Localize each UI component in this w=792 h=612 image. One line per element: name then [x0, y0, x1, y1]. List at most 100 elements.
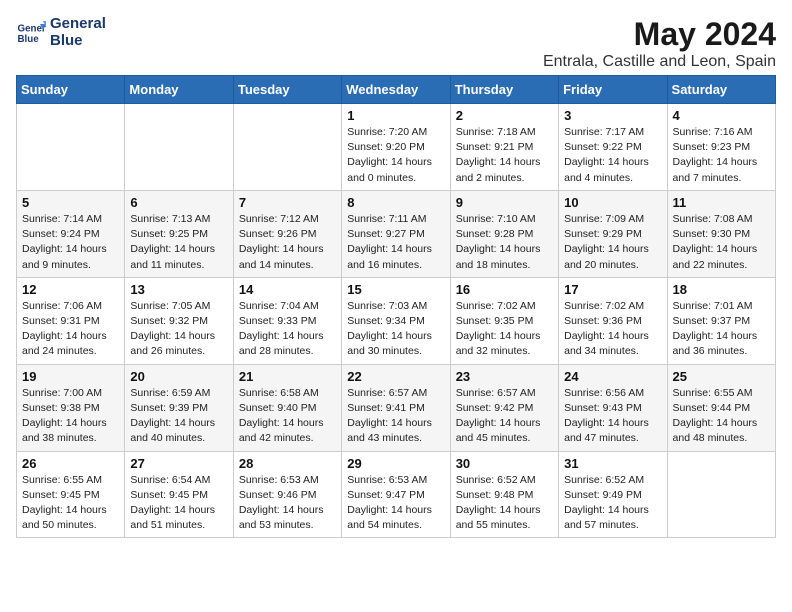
day-number: 3 [564, 108, 661, 123]
day-number: 26 [22, 456, 119, 471]
day-number: 9 [456, 195, 553, 210]
day-number: 5 [22, 195, 119, 210]
day-number: 6 [130, 195, 227, 210]
week-row-4: 19 Sunrise: 7:00 AM Sunset: 9:38 PM Dayli… [17, 364, 776, 451]
logo-icon: General Blue [16, 18, 46, 48]
day-number: 14 [239, 282, 336, 297]
logo: General Blue General Blue [16, 16, 106, 49]
day-number: 15 [347, 282, 444, 297]
day-info: Sunrise: 6:56 AM Sunset: 9:43 PM Dayligh… [564, 386, 661, 447]
week-row-3: 12 Sunrise: 7:06 AM Sunset: 9:31 PM Dayli… [17, 277, 776, 364]
day-info: Sunrise: 7:01 AM Sunset: 9:37 PM Dayligh… [673, 299, 770, 360]
calendar-cell: 28 Sunrise: 6:53 AM Sunset: 9:46 PM Dayli… [233, 451, 341, 538]
day-info: Sunrise: 7:02 AM Sunset: 9:35 PM Dayligh… [456, 299, 553, 360]
day-number: 19 [22, 369, 119, 384]
calendar-cell: 15 Sunrise: 7:03 AM Sunset: 9:34 PM Dayli… [342, 277, 450, 364]
calendar-cell: 16 Sunrise: 7:02 AM Sunset: 9:35 PM Dayli… [450, 277, 558, 364]
calendar-cell: 30 Sunrise: 6:52 AM Sunset: 9:48 PM Dayli… [450, 451, 558, 538]
calendar-cell: 18 Sunrise: 7:01 AM Sunset: 9:37 PM Dayli… [667, 277, 775, 364]
day-number: 11 [673, 195, 770, 210]
day-number: 2 [456, 108, 553, 123]
day-info: Sunrise: 7:12 AM Sunset: 9:26 PM Dayligh… [239, 212, 336, 273]
calendar-cell: 1 Sunrise: 7:20 AM Sunset: 9:20 PM Daylig… [342, 104, 450, 191]
day-info: Sunrise: 7:03 AM Sunset: 9:34 PM Dayligh… [347, 299, 444, 360]
day-info: Sunrise: 7:00 AM Sunset: 9:38 PM Dayligh… [22, 386, 119, 447]
day-info: Sunrise: 7:16 AM Sunset: 9:23 PM Dayligh… [673, 125, 770, 186]
day-number: 18 [673, 282, 770, 297]
day-number: 24 [564, 369, 661, 384]
day-info: Sunrise: 6:59 AM Sunset: 9:39 PM Dayligh… [130, 386, 227, 447]
day-info: Sunrise: 6:53 AM Sunset: 9:46 PM Dayligh… [239, 473, 336, 534]
day-number: 17 [564, 282, 661, 297]
day-info: Sunrise: 7:20 AM Sunset: 9:20 PM Dayligh… [347, 125, 444, 186]
day-number: 10 [564, 195, 661, 210]
calendar-cell: 9 Sunrise: 7:10 AM Sunset: 9:28 PM Daylig… [450, 190, 558, 277]
calendar-cell [233, 104, 341, 191]
day-number: 16 [456, 282, 553, 297]
day-number: 27 [130, 456, 227, 471]
day-info: Sunrise: 7:08 AM Sunset: 9:30 PM Dayligh… [673, 212, 770, 273]
calendar-cell: 24 Sunrise: 6:56 AM Sunset: 9:43 PM Dayli… [559, 364, 667, 451]
calendar-cell [667, 451, 775, 538]
calendar-cell: 22Sunrise: 6:57 AM Sunset: 9:41 PM Dayli… [342, 364, 450, 451]
day-number: 4 [673, 108, 770, 123]
weekday-header-saturday: Saturday [667, 76, 775, 104]
calendar-cell [125, 104, 233, 191]
calendar-cell: 25 Sunrise: 6:55 AM Sunset: 9:44 PM Dayli… [667, 364, 775, 451]
day-info: Sunrise: 7:10 AM Sunset: 9:28 PM Dayligh… [456, 212, 553, 273]
day-number: 21 [239, 369, 336, 384]
calendar-cell: 3 Sunrise: 7:17 AM Sunset: 9:22 PM Daylig… [559, 104, 667, 191]
day-info: Sunrise: 6:54 AM Sunset: 9:45 PM Dayligh… [130, 473, 227, 534]
calendar-cell: 8 Sunrise: 7:11 AM Sunset: 9:27 PM Daylig… [342, 190, 450, 277]
week-row-2: 5Sunrise: 7:14 AM Sunset: 9:24 PM Daylig… [17, 190, 776, 277]
day-info: Sunrise: 6:53 AM Sunset: 9:47 PM Dayligh… [347, 473, 444, 534]
day-number: 7 [239, 195, 336, 210]
calendar-cell: 31Sunrise: 6:52 AM Sunset: 9:49 PM Dayli… [559, 451, 667, 538]
day-number: 13 [130, 282, 227, 297]
day-info: Sunrise: 7:18 AM Sunset: 9:21 PM Dayligh… [456, 125, 553, 186]
page-header: General Blue General Blue May 2024 Entra… [16, 16, 776, 71]
weekday-header-friday: Friday [559, 76, 667, 104]
calendar-cell: 21Sunrise: 6:58 AM Sunset: 9:40 PM Dayli… [233, 364, 341, 451]
weekday-header-tuesday: Tuesday [233, 76, 341, 104]
calendar-cell: 17 Sunrise: 7:02 AM Sunset: 9:36 PM Dayli… [559, 277, 667, 364]
calendar-cell [17, 104, 125, 191]
day-info: Sunrise: 7:11 AM Sunset: 9:27 PM Dayligh… [347, 212, 444, 273]
calendar-cell: 10 Sunrise: 7:09 AM Sunset: 9:29 PM Dayli… [559, 190, 667, 277]
calendar-cell: 5Sunrise: 7:14 AM Sunset: 9:24 PM Daylig… [17, 190, 125, 277]
calendar-table: SundayMondayTuesdayWednesdayThursdayFrid… [16, 75, 776, 538]
day-info: Sunrise: 6:52 AM Sunset: 9:48 PM Dayligh… [456, 473, 553, 534]
day-number: 22 [347, 369, 444, 384]
calendar-cell: 27 Sunrise: 6:54 AM Sunset: 9:45 PM Dayli… [125, 451, 233, 538]
day-number: 8 [347, 195, 444, 210]
day-info: Sunrise: 7:05 AM Sunset: 9:32 PM Dayligh… [130, 299, 227, 360]
weekday-header-wednesday: Wednesday [342, 76, 450, 104]
calendar-cell: 4 Sunrise: 7:16 AM Sunset: 9:23 PM Daylig… [667, 104, 775, 191]
day-info: Sunrise: 6:55 AM Sunset: 9:44 PM Dayligh… [673, 386, 770, 447]
day-info: Sunrise: 6:52 AM Sunset: 9:49 PM Dayligh… [564, 473, 661, 534]
day-number: 29 [347, 456, 444, 471]
weekday-header-sunday: Sunday [17, 76, 125, 104]
day-info: Sunrise: 7:02 AM Sunset: 9:36 PM Dayligh… [564, 299, 661, 360]
day-info: Sunrise: 7:09 AM Sunset: 9:29 PM Dayligh… [564, 212, 661, 273]
calendar-cell: 7 Sunrise: 7:12 AM Sunset: 9:26 PM Daylig… [233, 190, 341, 277]
calendar-cell: 14 Sunrise: 7:04 AM Sunset: 9:33 PM Dayli… [233, 277, 341, 364]
day-number: 25 [673, 369, 770, 384]
day-info: Sunrise: 7:06 AM Sunset: 9:31 PM Dayligh… [22, 299, 119, 360]
calendar-title: May 2024 [543, 16, 776, 53]
day-number: 12 [22, 282, 119, 297]
calendar-cell: 6 Sunrise: 7:13 AM Sunset: 9:25 PM Daylig… [125, 190, 233, 277]
svg-text:Blue: Blue [18, 34, 40, 45]
title-block: May 2024 Entrala, Castille and Leon, Spa… [543, 16, 776, 71]
day-number: 30 [456, 456, 553, 471]
day-info: Sunrise: 7:17 AM Sunset: 9:22 PM Dayligh… [564, 125, 661, 186]
weekday-header-thursday: Thursday [450, 76, 558, 104]
calendar-cell: 2 Sunrise: 7:18 AM Sunset: 9:21 PM Daylig… [450, 104, 558, 191]
weekday-header-monday: Monday [125, 76, 233, 104]
day-number: 28 [239, 456, 336, 471]
day-info: Sunrise: 6:55 AM Sunset: 9:45 PM Dayligh… [22, 473, 119, 534]
day-info: Sunrise: 7:04 AM Sunset: 9:33 PM Dayligh… [239, 299, 336, 360]
calendar-cell: 23Sunrise: 6:57 AM Sunset: 9:42 PM Dayli… [450, 364, 558, 451]
day-number: 1 [347, 108, 444, 123]
day-info: Sunrise: 7:13 AM Sunset: 9:25 PM Dayligh… [130, 212, 227, 273]
